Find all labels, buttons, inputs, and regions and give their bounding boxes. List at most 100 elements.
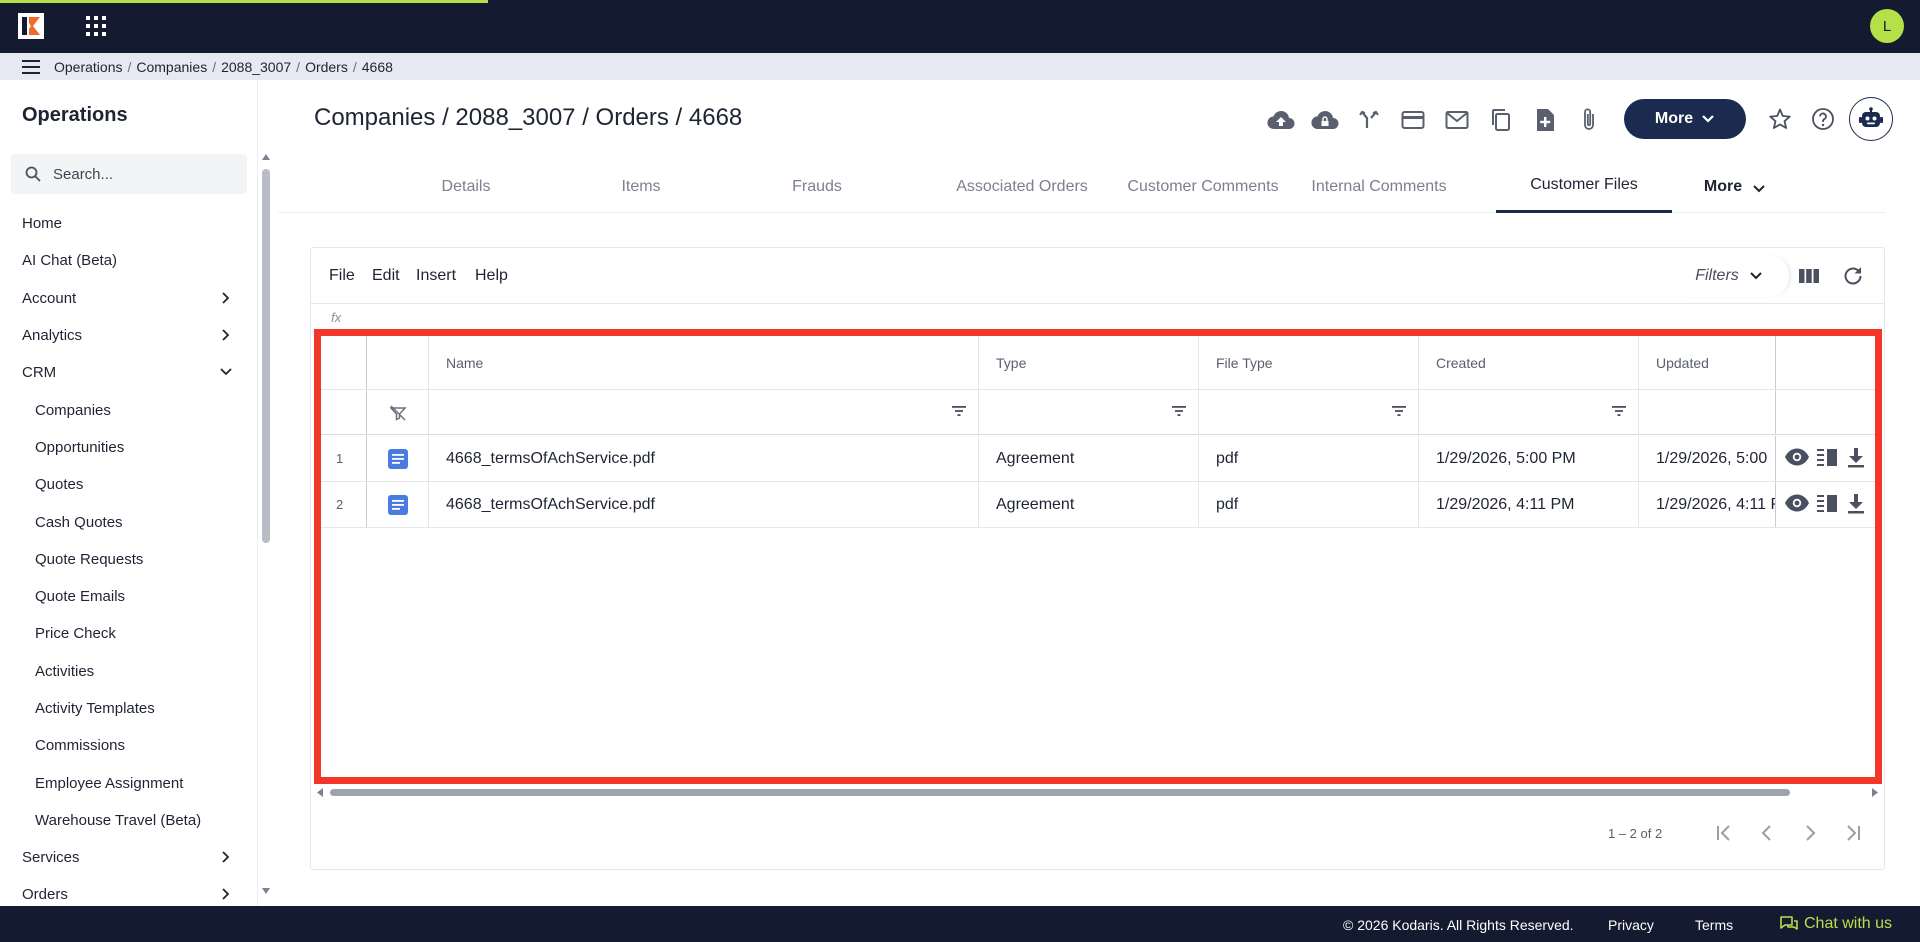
kodaris-logo-icon[interactable] — [18, 13, 44, 39]
sidebar-item-companies[interactable]: Companies — [0, 391, 257, 428]
cell-type[interactable]: Agreement — [978, 482, 1198, 527]
tab-internal-comments[interactable]: Internal Comments — [1294, 160, 1464, 213]
cell-file-type[interactable]: pdf — [1198, 482, 1418, 527]
sidebar-item-commissions[interactable]: Commissions — [0, 727, 257, 764]
add-document-icon[interactable] — [1530, 105, 1560, 135]
ai-assistant-button[interactable] — [1849, 97, 1893, 141]
filter-icon[interactable] — [951, 405, 967, 417]
document-icon[interactable] — [387, 494, 409, 521]
scroll-right-arrow-icon[interactable] — [1871, 788, 1879, 797]
menu-file[interactable]: File — [329, 267, 355, 285]
download-icon[interactable] — [1846, 493, 1866, 515]
view-eye-icon[interactable] — [1784, 493, 1810, 513]
table-row[interactable]: 2 4668_termsOfAchService.pdf Agreement p… — [321, 482, 1876, 528]
sidebar-item-orders[interactable]: Orders — [0, 876, 257, 906]
filter-icon[interactable] — [1611, 405, 1627, 417]
sidebar-scrollbar-thumb[interactable] — [262, 169, 270, 543]
copy-icon[interactable] — [1486, 105, 1516, 135]
sidebar-search-input[interactable] — [53, 165, 233, 183]
scroll-down-arrow-icon[interactable] — [262, 887, 270, 895]
tab-customer-comments[interactable]: Customer Comments — [1114, 160, 1292, 213]
last-page-icon[interactable] — [1838, 818, 1868, 848]
footer-terms-link[interactable]: Terms — [1695, 917, 1733, 933]
tab-more[interactable]: More — [1680, 160, 1790, 213]
cloud-upload-icon[interactable] — [1266, 105, 1296, 135]
breadcrumb-company-id[interactable]: 2088_3007 — [221, 59, 291, 75]
hamburger-menu-icon[interactable] — [22, 59, 40, 74]
sidebar-item-quotes[interactable]: Quotes — [0, 466, 257, 503]
column-header-file-type[interactable]: File Type — [1198, 336, 1418, 389]
sidebar-item-services[interactable]: Services — [0, 839, 257, 876]
details-panel-icon[interactable] — [1816, 447, 1838, 467]
refresh-icon[interactable] — [1841, 264, 1865, 288]
attachment-icon[interactable] — [1574, 105, 1604, 135]
filter-icon[interactable] — [1391, 405, 1407, 417]
first-page-icon[interactable] — [1709, 818, 1739, 848]
sidebar-item-employee-assignment[interactable]: Employee Assignment — [0, 764, 257, 801]
merge-icon[interactable] — [1354, 105, 1384, 135]
grid-horizontal-scrollbar[interactable] — [316, 787, 1881, 797]
document-icon[interactable] — [387, 448, 409, 475]
tab-frauds[interactable]: Frauds — [759, 160, 875, 213]
cell-updated[interactable]: 1/29/2026, 5:00 — [1638, 436, 1775, 481]
help-icon[interactable] — [1808, 104, 1838, 134]
star-icon[interactable] — [1765, 104, 1795, 134]
filter-icon[interactable] — [1171, 405, 1187, 417]
sidebar-item-analytics[interactable]: Analytics — [0, 317, 257, 354]
column-header-created[interactable]: Created — [1418, 336, 1638, 389]
cell-created[interactable]: 1/29/2026, 5:00 PM — [1418, 436, 1638, 481]
tab-details[interactable]: Details — [408, 160, 524, 213]
apps-grid-icon[interactable] — [84, 14, 108, 38]
sidebar-scrollbar[interactable] — [262, 153, 270, 895]
details-panel-icon[interactable] — [1816, 493, 1838, 513]
sidebar-item-home[interactable]: Home — [0, 205, 257, 242]
breadcrumb-orders[interactable]: Orders — [305, 59, 348, 75]
view-eye-icon[interactable] — [1784, 447, 1810, 467]
scroll-up-arrow-icon[interactable] — [262, 153, 270, 161]
more-actions-button[interactable]: More — [1624, 99, 1746, 139]
sidebar-item-quote-requests[interactable]: Quote Requests — [0, 541, 257, 578]
cloud-lock-icon[interactable] — [1310, 105, 1340, 135]
column-header-name[interactable]: Name — [428, 336, 978, 389]
sidebar-item-crm[interactable]: CRM — [0, 354, 257, 391]
cell-type[interactable]: Agreement — [978, 436, 1198, 481]
sidebar-item-cash-quotes[interactable]: Cash Quotes — [0, 503, 257, 540]
table-row[interactable]: 1 4668_termsOfAchService.pdf Agreement p… — [321, 436, 1876, 482]
tab-items[interactable]: Items — [583, 160, 699, 213]
column-header-type[interactable]: Type — [978, 336, 1198, 389]
clear-filters-icon[interactable] — [389, 405, 407, 421]
tab-customer-files[interactable]: Customer Files — [1496, 160, 1672, 213]
user-avatar[interactable]: L — [1870, 9, 1904, 43]
breadcrumb-order-id[interactable]: 4668 — [362, 59, 393, 75]
previous-page-icon[interactable] — [1752, 818, 1782, 848]
cell-name[interactable]: 4668_termsOfAchService.pdf — [428, 482, 978, 527]
sidebar-item-opportunities[interactable]: Opportunities — [0, 429, 257, 466]
column-header-updated[interactable]: Updated — [1638, 336, 1775, 389]
next-page-icon[interactable] — [1795, 818, 1825, 848]
footer-privacy-link[interactable]: Privacy — [1608, 917, 1654, 933]
sidebar-item-activities[interactable]: Activities — [0, 653, 257, 690]
cell-file-type[interactable]: pdf — [1198, 436, 1418, 481]
columns-icon[interactable] — [1797, 264, 1821, 288]
sidebar-item-activity-templates[interactable]: Activity Templates — [0, 690, 257, 727]
chat-with-us-button[interactable]: Chat with us — [1780, 915, 1892, 933]
cell-created[interactable]: 1/29/2026, 4:11 PM — [1418, 482, 1638, 527]
menu-help[interactable]: Help — [475, 267, 508, 285]
download-icon[interactable] — [1846, 447, 1866, 469]
scroll-left-arrow-icon[interactable] — [316, 788, 324, 797]
mail-icon[interactable] — [1442, 105, 1472, 135]
breadcrumb-operations[interactable]: Operations — [54, 59, 122, 75]
breadcrumb-companies[interactable]: Companies — [136, 59, 207, 75]
sidebar-item-quote-emails[interactable]: Quote Emails — [0, 578, 257, 615]
tab-associated-orders[interactable]: Associated Orders — [934, 160, 1110, 213]
credit-card-icon[interactable] — [1398, 105, 1428, 135]
sidebar-item-ai-chat-beta[interactable]: AI Chat (Beta) — [0, 242, 257, 279]
cell-name[interactable]: 4668_termsOfAchService.pdf — [428, 436, 978, 481]
menu-edit[interactable]: Edit — [372, 267, 400, 285]
filters-dropdown[interactable]: Filters — [1669, 255, 1789, 297]
cell-updated[interactable]: 1/29/2026, 4:11 P — [1638, 482, 1775, 527]
sidebar-item-warehouse-travel-beta[interactable]: Warehouse Travel (Beta) — [0, 802, 257, 839]
grid-scrollbar-thumb[interactable] — [330, 789, 1790, 796]
menu-insert[interactable]: Insert — [416, 267, 456, 285]
sidebar-item-price-check[interactable]: Price Check — [0, 615, 257, 652]
